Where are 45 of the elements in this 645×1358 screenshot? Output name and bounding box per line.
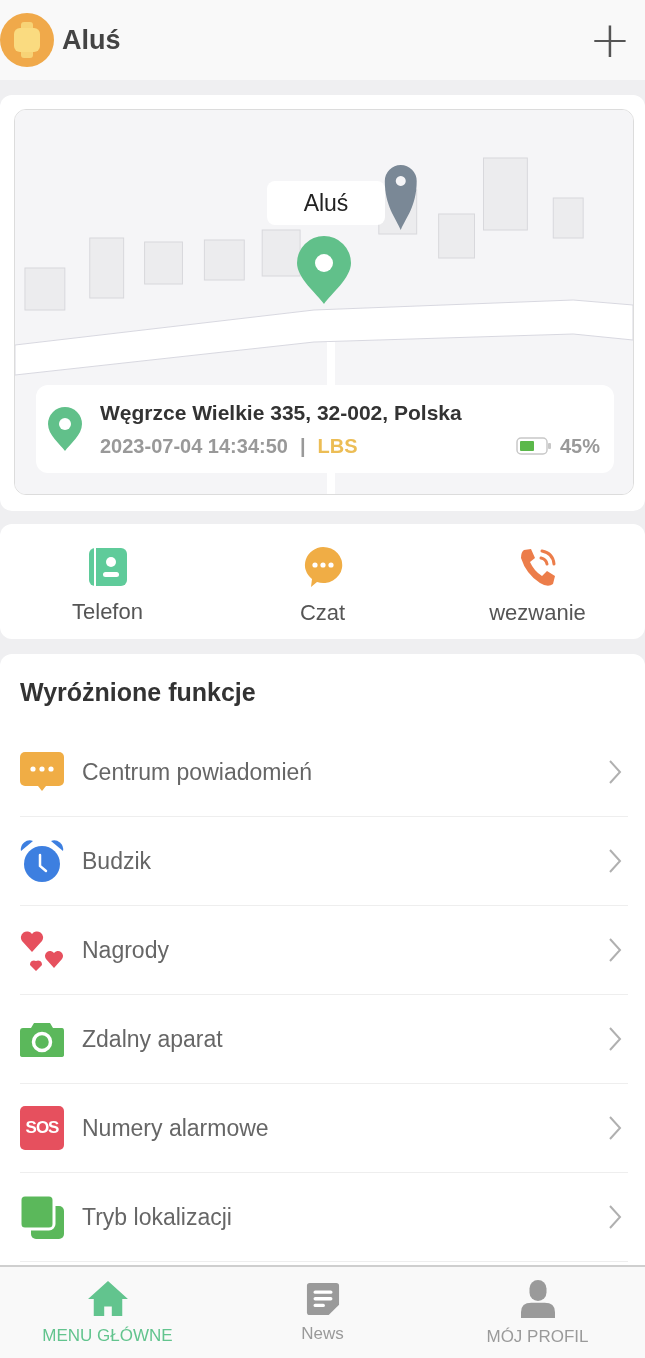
- news-icon: [305, 1281, 340, 1316]
- feature-row[interactable]: Zdalny aparat: [20, 995, 628, 1084]
- location-pin-icon: [48, 407, 82, 451]
- add-button[interactable]: +: [583, 15, 637, 65]
- location-card[interactable]: Węgrzce Wielkie 335, 32-002, Polska 2023-07-04 14:34:50 | LBS 45%: [36, 385, 614, 473]
- action-button[interactable]: Czat: [215, 524, 430, 639]
- device-name: Aluś: [62, 24, 121, 56]
- feature-label: Zdalny aparat: [82, 1025, 224, 1053]
- timestamp: 2023-07-04 14:34:50: [100, 434, 288, 458]
- watch-icon: [0, 13, 54, 67]
- feature-label: Centrum powiadomień: [82, 758, 314, 786]
- chevron-right-icon: [608, 759, 622, 785]
- layers-icon: [20, 1195, 64, 1239]
- hearts-icon: [20, 928, 64, 972]
- sos-icon: SOS: [20, 1106, 64, 1150]
- chevron-right-icon: [608, 1115, 622, 1141]
- feature-label: Budzik: [82, 847, 153, 875]
- battery-icon: [515, 437, 552, 455]
- feature-label: Numery alarmowe: [82, 1114, 270, 1142]
- section-title: Wyróżnione funkcje: [20, 676, 257, 708]
- location-pin-icon: [297, 236, 351, 304]
- alarm-clock-icon: [20, 839, 64, 883]
- source-label: LBS: [317, 434, 358, 458]
- feature-row[interactable]: SOS Numery alarmowe: [20, 1084, 628, 1173]
- feature-row[interactable]: Centrum powiadomień: [20, 728, 628, 817]
- feature-label: Tryb lokalizacji: [82, 1203, 233, 1231]
- chat-bubble-icon: [302, 545, 343, 588]
- home-icon: [86, 1279, 129, 1318]
- chevron-right-icon: [608, 937, 622, 963]
- profile-icon: [520, 1278, 555, 1319]
- map-marker-icon: [384, 165, 417, 230]
- feature-row[interactable]: Tryb lokalizacji: [20, 1173, 628, 1262]
- separator: |: [299, 434, 306, 458]
- contact-book-icon: [87, 546, 128, 587]
- marker-label: Aluś: [267, 181, 385, 225]
- address-text: Węgrzce Wielkie 335, 32-002, Polska: [100, 400, 463, 425]
- feature-label: Nagrody: [82, 936, 170, 964]
- action-button[interactable]: Telefon: [0, 524, 215, 639]
- battery-percent: 45%: [559, 434, 600, 458]
- action-button[interactable]: wezwanie: [430, 524, 645, 639]
- feature-row[interactable]: Nagrody: [20, 906, 628, 995]
- chevron-right-icon: [608, 848, 622, 874]
- feature-row[interactable]: Budzik: [20, 817, 628, 906]
- chevron-right-icon: [608, 1026, 622, 1052]
- chevron-right-icon: [608, 1204, 622, 1230]
